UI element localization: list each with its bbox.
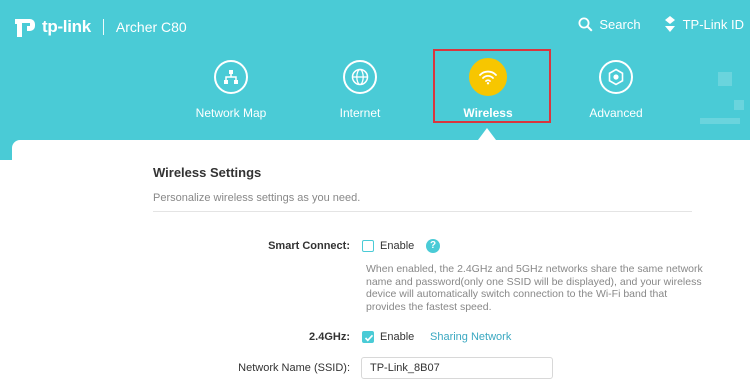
logo-divider (102, 19, 104, 35)
globe-icon (343, 60, 377, 94)
tp-link-logo-icon (15, 19, 35, 37)
tab-network-map[interactable]: Network Map (176, 60, 286, 120)
band-24ghz-enable-label: Enable (380, 331, 415, 343)
section-title: Wireless Settings (153, 165, 262, 180)
router-model: Archer C80 (115, 19, 187, 35)
header-actions: Search TP-Link ID (556, 16, 744, 32)
tab-label: Network Map (195, 106, 267, 120)
tab-internet[interactable]: Internet (305, 60, 415, 120)
wifi-icon (469, 58, 507, 96)
tab-label: Wireless (463, 106, 513, 120)
checkmark-icon (364, 334, 374, 342)
tp-link-id-button[interactable]: TP-Link ID (663, 16, 744, 32)
tab-label: Advanced (589, 106, 643, 120)
search-icon (578, 17, 593, 32)
tp-link-id-label: TP-Link ID (682, 16, 744, 32)
ssid-input[interactable] (361, 357, 553, 379)
band-24ghz-label: 2.4GHz: (309, 331, 350, 343)
help-icon[interactable]: ? (426, 239, 440, 253)
search-label: Search (599, 16, 641, 32)
main-nav: Network Map Internet Wireless Advanced (0, 56, 750, 136)
account-icon (664, 16, 675, 32)
section-divider (153, 211, 692, 212)
tp-link-logo[interactable]: tp-link Archer C80 (12, 14, 187, 40)
smart-connect-label: Smart Connect: (268, 240, 350, 252)
brand-name: tp-link (42, 17, 91, 36)
tab-label: Internet (339, 106, 381, 120)
band-24ghz-checkbox[interactable] (362, 331, 374, 343)
active-tab-pointer (478, 128, 496, 140)
tab-wireless[interactable]: Wireless (433, 58, 543, 120)
section-subtitle: Personalize wireless settings as you nee… (153, 192, 361, 204)
sharing-network-link[interactable]: Sharing Network (430, 331, 511, 343)
smart-connect-description: When enabled, the 2.4GHz and 5GHz networ… (366, 263, 703, 313)
smart-connect-checkbox[interactable] (362, 240, 374, 252)
content-panel: Wireless Settings Personalize wireless s… (12, 140, 750, 379)
search-button[interactable]: Search (578, 16, 641, 32)
header-banner: tp-link Archer C80 Search TP-Link ID Net… (0, 0, 750, 160)
ssid-label: Network Name (SSID): (238, 362, 350, 374)
gear-icon (599, 60, 633, 94)
network-map-icon (214, 60, 248, 94)
tab-advanced[interactable]: Advanced (561, 60, 671, 120)
smart-connect-enable-label: Enable (380, 240, 415, 252)
